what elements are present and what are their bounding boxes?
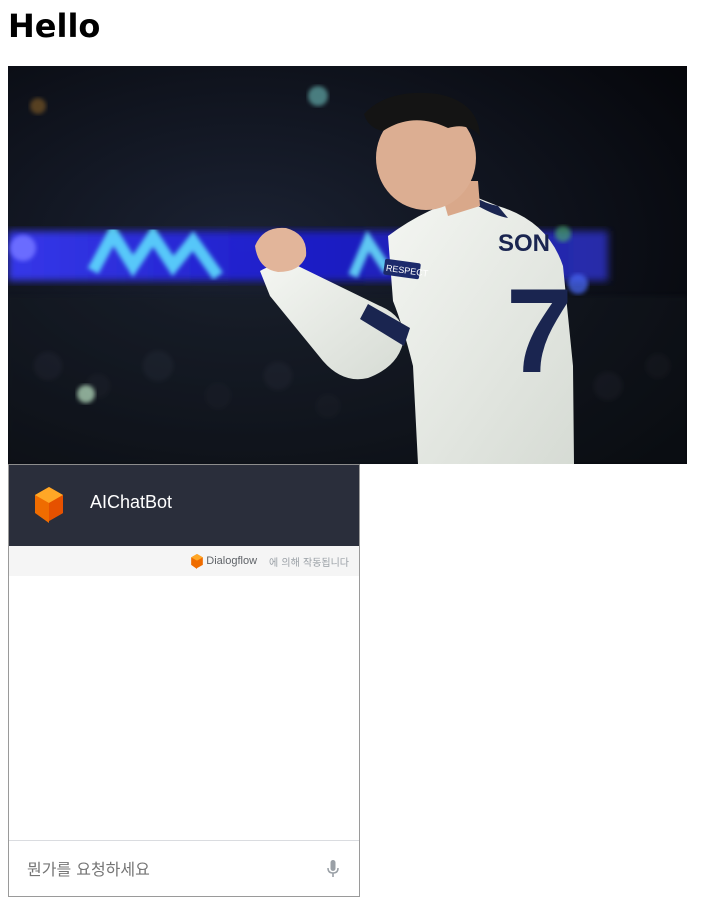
chat-input[interactable] xyxy=(25,855,309,883)
hero-photo: RESPECT SON 7 xyxy=(8,66,687,464)
agent-name: AIChatBot xyxy=(90,492,173,512)
dialogflow-logo-icon xyxy=(191,553,204,569)
dialogflow-agent-icon xyxy=(35,487,63,523)
page-title: Hello xyxy=(8,7,101,45)
chatbot-widget: AIChatBot Dialogflow 에 의해 작동됩니다 xyxy=(8,464,360,897)
dialogflow-brand[interactable]: Dialogflow xyxy=(206,555,257,567)
jersey-number: 7 xyxy=(506,264,573,398)
microphone-icon[interactable] xyxy=(327,860,339,878)
chat-header: AIChatBot xyxy=(9,465,359,546)
powered-by-bar: Dialogflow 에 의해 작동됩니다 xyxy=(9,546,359,576)
jersey-name: SON xyxy=(498,230,550,257)
powered-by-text: 에 의해 작동됩니다 xyxy=(269,557,349,569)
chat-input-bar xyxy=(9,840,359,896)
message-list[interactable] xyxy=(9,576,359,840)
